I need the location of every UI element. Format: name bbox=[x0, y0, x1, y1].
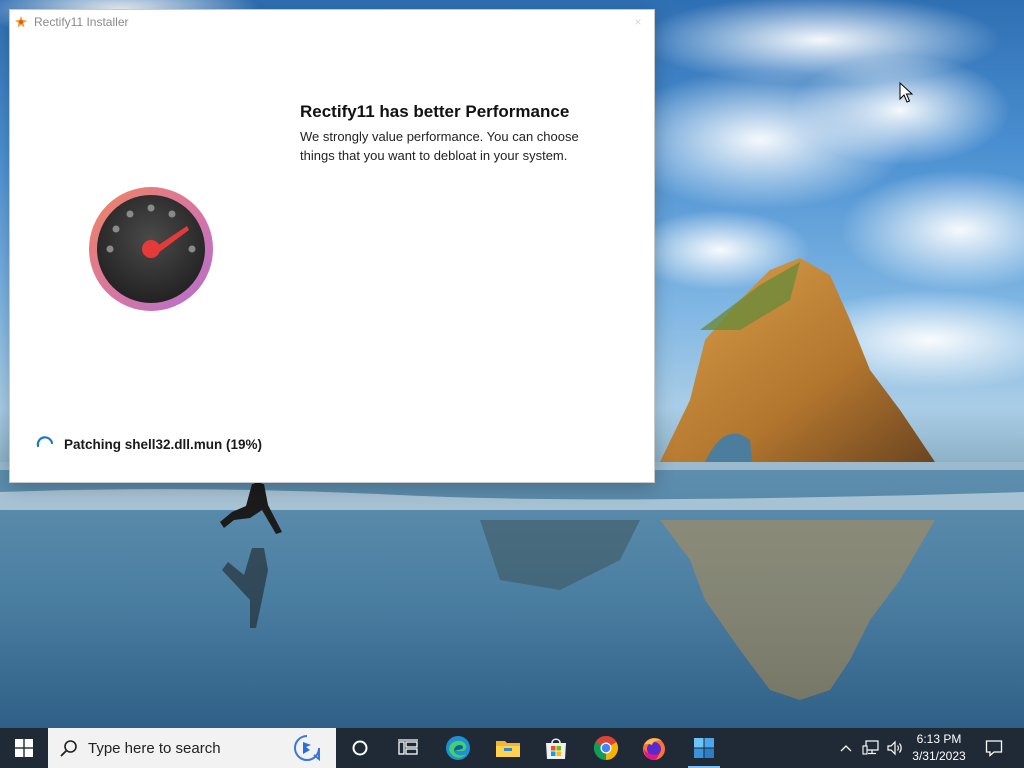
windows-start-icon bbox=[15, 739, 33, 757]
rectify11-installer-icon bbox=[694, 738, 714, 758]
start-button[interactable] bbox=[0, 728, 48, 768]
task-view-icon bbox=[398, 739, 418, 755]
window-titlebar[interactable]: Rectify11 Installer × bbox=[10, 10, 654, 34]
action-center-button[interactable] bbox=[974, 728, 1014, 768]
search-icon bbox=[60, 740, 77, 757]
microsoft-store-taskbar-button[interactable] bbox=[532, 728, 580, 768]
file-explorer-icon bbox=[496, 741, 520, 757]
taskbar-search-box[interactable]: Type here to search bbox=[48, 728, 336, 768]
edge-icon bbox=[446, 736, 470, 760]
firefox-taskbar-button[interactable] bbox=[630, 728, 678, 768]
mouse-cursor-icon bbox=[899, 82, 913, 103]
network-button[interactable] bbox=[860, 728, 882, 768]
rectify11-installer-taskbar-button[interactable] bbox=[680, 728, 728, 768]
microsoft-store-icon bbox=[546, 738, 566, 759]
file-explorer-taskbar-button[interactable] bbox=[484, 728, 532, 768]
show-hidden-icons-button[interactable] bbox=[836, 728, 856, 768]
clock-time: 6:13 PM bbox=[916, 732, 962, 746]
chevron-up-icon bbox=[840, 745, 852, 752]
bing-icon[interactable] bbox=[292, 734, 322, 762]
volume-button[interactable] bbox=[884, 728, 906, 768]
notification-icon bbox=[985, 740, 1003, 757]
close-button[interactable]: × bbox=[630, 14, 646, 30]
rectify11-logo-icon bbox=[15, 16, 27, 28]
page-heading: Rectify11 has better Performance bbox=[300, 102, 570, 121]
chrome-taskbar-button[interactable] bbox=[582, 728, 630, 768]
search-placeholder: Type here to search bbox=[88, 740, 221, 757]
clock-date: 3/31/2023 bbox=[912, 749, 966, 763]
firefox-icon bbox=[643, 738, 665, 760]
cortana-circle-icon bbox=[352, 740, 368, 756]
volume-icon bbox=[887, 740, 902, 756]
network-icon bbox=[862, 740, 879, 755]
taskbar: Type here to search 6:13 PM 3/31/2023 bbox=[0, 728, 1024, 768]
speedometer-icon bbox=[89, 187, 213, 311]
taskbar-clock[interactable]: 6:13 PM 3/31/2023 bbox=[906, 731, 972, 765]
installer-window: Rectify11 Installer × Rectify11 has bett… bbox=[10, 10, 654, 482]
window-title: Rectify11 Installer bbox=[34, 15, 129, 29]
task-view-button[interactable] bbox=[384, 728, 432, 768]
chrome-icon bbox=[593, 735, 619, 760]
cortana-button[interactable] bbox=[336, 728, 384, 768]
page-description: We strongly value performance. You can c… bbox=[300, 129, 579, 163]
loading-spinner-icon bbox=[36, 436, 54, 448]
progress-status-text: Patching shell32.dll.mun (19%) bbox=[64, 437, 263, 452]
edge-taskbar-button[interactable] bbox=[434, 728, 482, 768]
